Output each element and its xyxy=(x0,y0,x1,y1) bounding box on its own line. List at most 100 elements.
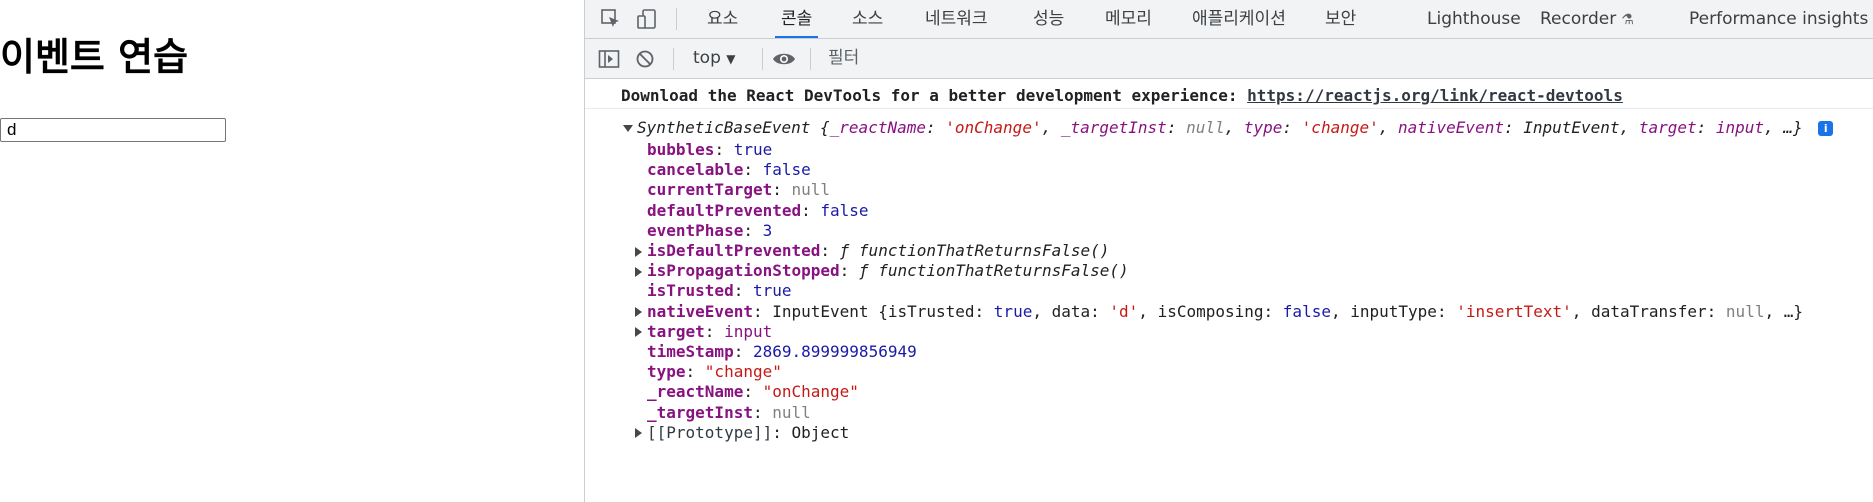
property-key: defaultPrevented xyxy=(647,200,802,220)
property-row[interactable]: target: input xyxy=(635,321,772,343)
summary-value: null xyxy=(1186,118,1225,137)
tab-item[interactable]: 요소 xyxy=(707,0,738,38)
property-row: currentTarget: null xyxy=(647,180,831,200)
tabbar-divider xyxy=(676,8,677,30)
summary-key: type xyxy=(1243,118,1283,137)
property-value: "change" xyxy=(704,362,782,382)
context-label: top xyxy=(693,48,721,68)
summary-key: target xyxy=(1638,118,1697,137)
property-row[interactable]: nativeEvent: InputEvent {isTrusted: true… xyxy=(635,301,1803,323)
filter-input[interactable]: 필터 xyxy=(828,39,859,78)
object-name: SyntheticBaseEvent xyxy=(637,118,811,137)
expand-triangle-icon[interactable] xyxy=(635,327,642,338)
summary-value: 'change' xyxy=(1301,118,1379,137)
property-row: type: "change" xyxy=(647,362,782,382)
property-key: target xyxy=(647,321,705,341)
react-devtools-link[interactable]: https://reactjs.org/link/react-devtools xyxy=(1247,86,1623,105)
property-value: null xyxy=(791,180,831,200)
expand-triangle-icon[interactable] xyxy=(635,307,642,318)
property-value: "onChange" xyxy=(762,382,859,402)
property-value: 3 xyxy=(762,220,773,240)
devtools-panel: 요소 콘솔 소스 네트워크 성능 메모리 애플리케이션 보안 Lighthouse Recorde… xyxy=(584,0,1873,502)
tab-item[interactable]: Performance insights⚗ xyxy=(1689,0,1873,38)
device-toolbar-icon[interactable] xyxy=(635,8,659,30)
console-output: Download the React DevTools for a better… xyxy=(585,79,1873,502)
property-row[interactable]: [[Prototype]]: Object xyxy=(635,422,849,444)
property-value: ƒ functionThatReturnsFalse() xyxy=(839,241,1110,260)
property-row: timeStamp: 2869.899999856949 xyxy=(647,342,917,361)
info-icon[interactable]: i xyxy=(1818,121,1834,136)
property-key: nativeEvent xyxy=(647,301,753,321)
message-divider xyxy=(585,108,1873,109)
sidebar-toggle-icon[interactable] xyxy=(597,48,621,70)
nested-key: dataTransfer xyxy=(1591,301,1707,321)
console-toolbar: top ▼ 필터 xyxy=(585,39,1873,79)
message-text: Download the React DevTools for a better… xyxy=(621,86,1248,105)
property-value: InputEvent { xyxy=(772,301,888,321)
object-header[interactable]: SyntheticBaseEvent {_reactName: 'onChang… xyxy=(623,117,1834,139)
property-value: true xyxy=(752,281,792,301)
property-value: null xyxy=(772,402,811,422)
property-key: currentTarget xyxy=(647,180,773,200)
eye-icon[interactable] xyxy=(772,48,796,70)
console-message: Download the React DevTools for a better… xyxy=(621,85,1623,107)
tab-item[interactable]: Recorder ⚗ xyxy=(1540,0,1634,38)
property-key: [[Prototype]] xyxy=(647,422,773,442)
property-row: bubbles: true xyxy=(647,140,773,159)
property-row: defaultPrevented: false xyxy=(647,200,869,220)
property-key: _targetInst xyxy=(647,402,753,422)
tab-item[interactable]: 네트워크 xyxy=(925,0,988,38)
property-value: true xyxy=(733,140,773,159)
devtools-tabbar: 요소 콘솔 소스 네트워크 성능 메모리 애플리케이션 보안 Lighthouse Recorde… xyxy=(585,0,1873,39)
nested-value: 'd' xyxy=(1109,301,1139,321)
tab-item[interactable]: 애플리케이션 xyxy=(1192,0,1286,38)
property-key: bubbles xyxy=(647,140,715,159)
nested-key: inputType xyxy=(1350,301,1437,321)
property-key: cancelable xyxy=(647,160,744,180)
page-heading: 이벤트 연습 xyxy=(0,35,189,79)
nested-key: isTrusted xyxy=(887,301,975,321)
toolbar-divider xyxy=(673,48,674,70)
summary-value: input xyxy=(1715,118,1765,137)
property-value: false xyxy=(820,200,869,220)
summary-key: _reactName xyxy=(829,118,926,137)
text-input[interactable] xyxy=(0,118,226,142)
tab-item[interactable]: 성능 xyxy=(1033,0,1064,38)
inspect-element-icon[interactable] xyxy=(599,8,623,30)
property-value: Object xyxy=(791,422,850,442)
property-row[interactable]: isPropagationStopped: ƒ functionThatRetu… xyxy=(635,260,1129,282)
summary-brace: { xyxy=(810,118,830,137)
toolbar-divider xyxy=(762,48,763,70)
property-key: type xyxy=(647,362,686,382)
experiment-flask-icon: ⚗ xyxy=(1621,12,1634,28)
property-key: timeStamp xyxy=(647,342,734,361)
summary-key: _targetInst xyxy=(1060,118,1167,137)
context-selector[interactable]: top ▼ xyxy=(693,39,736,78)
nested-key: isComposing xyxy=(1157,301,1264,321)
summary-value: InputEvent xyxy=(1523,118,1620,137)
summary-key: nativeEvent xyxy=(1398,118,1504,137)
property-key: isTrusted xyxy=(647,281,734,301)
property-row[interactable]: isDefaultPrevented: ƒ functionThatReturn… xyxy=(635,240,1109,262)
property-key: eventPhase xyxy=(647,220,744,240)
page-viewport: 이벤트 연습 xyxy=(0,0,584,502)
nested-value: null xyxy=(1725,301,1765,321)
property-row: cancelable: false xyxy=(647,160,811,180)
nested-tail: , …} xyxy=(1764,301,1803,321)
clear-console-icon[interactable] xyxy=(633,48,657,70)
tab-item[interactable]: 보안 xyxy=(1325,0,1356,38)
property-row: _targetInst: null xyxy=(647,402,811,422)
property-value: 2869.899999856949 xyxy=(752,342,917,361)
expand-triangle-icon[interactable] xyxy=(635,266,642,277)
tab-item[interactable]: 소스 xyxy=(852,0,883,38)
tab-item[interactable]: 메모리 xyxy=(1105,0,1152,38)
summary-tail: , …} xyxy=(1764,118,1803,137)
toolbar-divider xyxy=(810,48,811,70)
expand-triangle-icon[interactable] xyxy=(635,428,642,439)
tab-item[interactable]: Lighthouse xyxy=(1427,0,1521,38)
summary-value: 'onChange' xyxy=(945,118,1042,137)
expand-triangle-icon[interactable] xyxy=(623,125,633,132)
tab-item[interactable]: 콘솔 xyxy=(774,0,819,38)
expand-triangle-icon[interactable] xyxy=(635,246,642,257)
property-value: ƒ functionThatReturnsFalse() xyxy=(858,261,1129,281)
